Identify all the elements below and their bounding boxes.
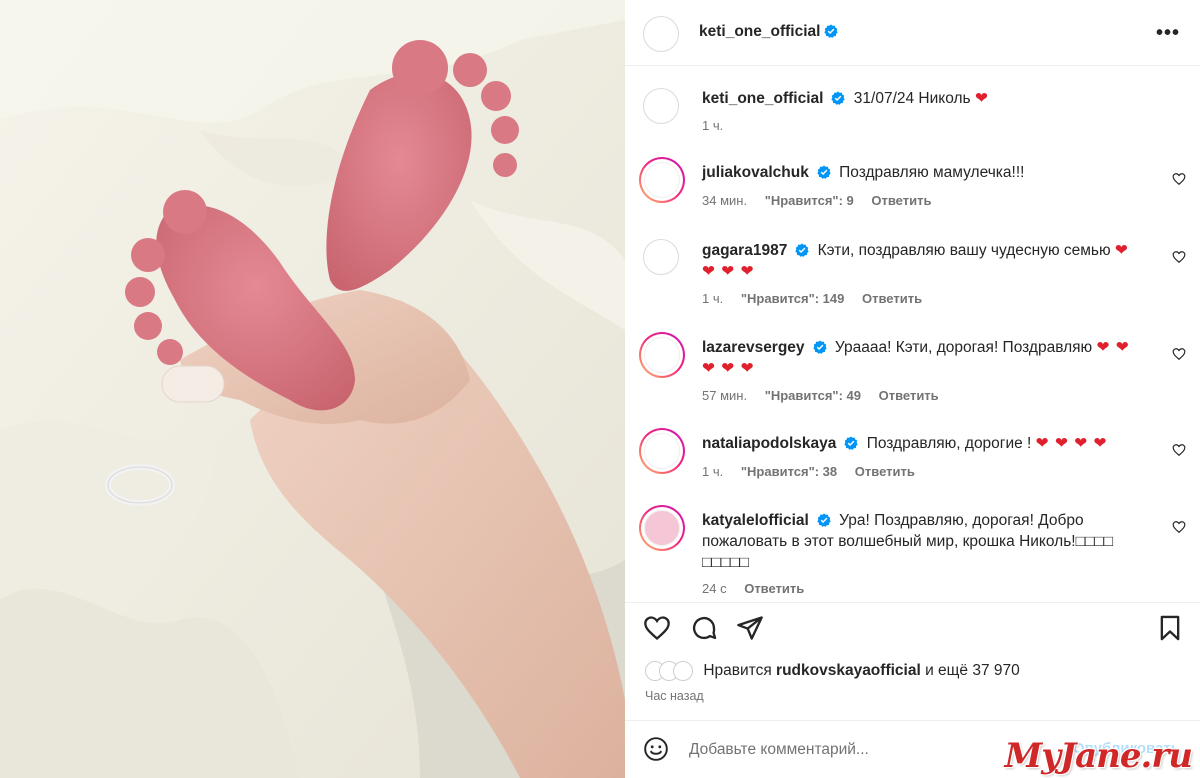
comment-text: Кэти, поздравляю вашу чудесную семью xyxy=(817,242,1111,259)
comment-username[interactable]: nataliapodolskaya xyxy=(702,435,836,452)
author-avatar[interactable] xyxy=(643,16,679,52)
comment-time[interactable]: 1 ч. xyxy=(702,464,723,479)
verified-badge-icon xyxy=(844,436,859,450)
heart-outline-icon[interactable] xyxy=(1172,172,1186,186)
comment-time[interactable]: 34 мин. xyxy=(702,193,747,208)
commenter-avatar[interactable] xyxy=(639,157,685,203)
reply-button[interactable]: Ответить xyxy=(855,464,915,479)
heart-outline-icon[interactable] xyxy=(1172,443,1186,457)
comment-text: Ураааа! Кэти, дорогая! Поздравляю xyxy=(834,339,1093,356)
verified-badge-icon xyxy=(812,340,827,354)
comment-time[interactable]: 1 ч. xyxy=(702,291,723,306)
comment-username[interactable]: gagara1987 xyxy=(702,242,787,259)
comment-likes[interactable]: "Нравится": 9 xyxy=(765,193,854,208)
comment-bubble-icon[interactable] xyxy=(690,614,718,642)
comment-time[interactable]: 24 с xyxy=(702,581,727,596)
comment-likes[interactable]: "Нравится": 149 xyxy=(741,291,845,306)
heart-outline-icon[interactable] xyxy=(1172,250,1186,264)
caption-avatar[interactable] xyxy=(643,88,679,124)
reply-button[interactable]: Ответить xyxy=(862,291,922,306)
likes-prefix: Нравится xyxy=(703,662,772,679)
paper-plane-icon[interactable] xyxy=(736,614,764,642)
post-header: keti_one_official ••• xyxy=(625,0,1200,66)
verified-badge-icon xyxy=(817,165,831,179)
reply-button[interactable]: Ответить xyxy=(879,388,939,403)
heart-outline-icon[interactable] xyxy=(643,614,671,642)
heart-outline-icon[interactable] xyxy=(1172,347,1186,361)
commenter-avatar[interactable] xyxy=(639,428,685,474)
verified-badge-icon xyxy=(795,243,809,257)
commenter-avatar[interactable] xyxy=(643,239,679,275)
comment-hearts: ❤ ❤ ❤ ❤ xyxy=(1035,435,1108,452)
verified-badge-icon xyxy=(817,513,831,527)
post-panel: keti_one_official ••• keti_one_official … xyxy=(625,0,1200,778)
heart-outline-icon[interactable] xyxy=(1172,520,1186,534)
comment-time[interactable]: 57 мин. xyxy=(702,388,747,403)
caption-username[interactable]: keti_one_official xyxy=(702,90,823,107)
verified-badge-icon xyxy=(824,24,839,38)
likes-summary[interactable]: Нравится rudkovskayaofficial и ещё 37 97… xyxy=(645,661,1020,683)
baby-feet-illustration xyxy=(0,0,625,778)
likes-count[interactable]: и ещё 37 970 xyxy=(925,662,1020,679)
comment-likes[interactable]: "Нравится": 38 xyxy=(741,464,837,479)
caption-time[interactable]: 1 ч. xyxy=(702,118,723,133)
post-time[interactable]: Час назад xyxy=(645,689,704,703)
caption-text: 31/07/24 Николь xyxy=(853,90,971,107)
more-options-icon[interactable]: ••• xyxy=(1156,22,1180,45)
commenter-avatar[interactable] xyxy=(639,505,685,551)
liker-avatar xyxy=(673,661,693,681)
author-username[interactable]: keti_one_official xyxy=(699,23,820,40)
post-photo[interactable] xyxy=(0,0,625,778)
comment-username[interactable]: lazarevsergey xyxy=(702,339,805,356)
comment-username[interactable]: juliakovalchuk xyxy=(702,164,809,181)
likes-user[interactable]: rudkovskayaofficial xyxy=(776,662,921,679)
comment-text: Поздравляю, дорогие ! xyxy=(866,435,1032,452)
smiley-icon[interactable] xyxy=(643,736,669,762)
author-name-row: keti_one_official xyxy=(699,23,839,41)
post-actions: Нравится rudkovskayaofficial и ещё 37 97… xyxy=(625,602,1200,720)
site-watermark: MyJane.ru xyxy=(1004,736,1193,776)
comment-text: Поздравляю мамулечка!!! xyxy=(839,164,1025,181)
bookmark-icon[interactable] xyxy=(1156,614,1184,642)
reply-button[interactable]: Ответить xyxy=(744,581,804,596)
comment-likes[interactable]: "Нравится": 49 xyxy=(765,388,861,403)
comment-username[interactable]: katyalelofficial xyxy=(702,512,809,529)
reply-button[interactable]: Ответить xyxy=(871,193,931,208)
verified-badge-icon xyxy=(831,91,846,105)
comments-list[interactable]: keti_one_official 31/07/24 Николь ❤ 1 ч.… xyxy=(625,67,1200,602)
commenter-avatar[interactable] xyxy=(639,332,685,378)
caption-heart-emoji: ❤ xyxy=(974,90,989,107)
